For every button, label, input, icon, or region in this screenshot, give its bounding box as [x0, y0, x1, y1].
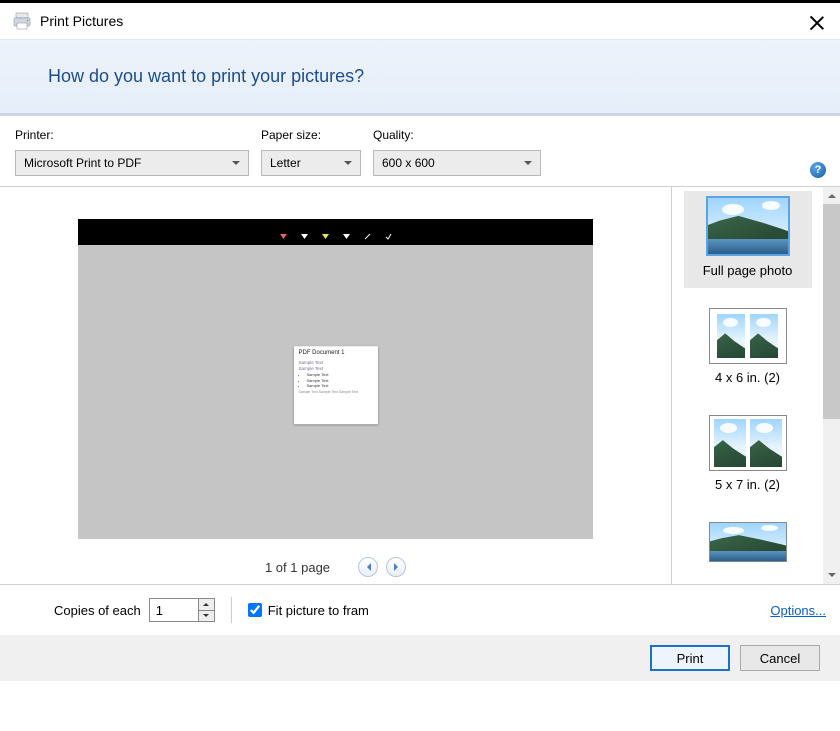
scrollbar[interactable] — [823, 187, 840, 584]
preview-toolbar — [78, 219, 593, 245]
layout-option-5x7[interactable]: 5 x 7 in. (2) — [684, 409, 812, 502]
fit-picture-checkbox[interactable] — [248, 603, 262, 617]
tool-icon — [322, 229, 329, 236]
cancel-button[interactable]: Cancel — [740, 645, 820, 671]
footer: Print Cancel — [0, 635, 840, 681]
copies-label: Copies of each — [54, 603, 141, 618]
print-button[interactable]: Print — [650, 645, 730, 671]
next-page-button[interactable] — [386, 557, 406, 577]
preview-column: PDF Document 1 Sample Text Sample Text S… — [0, 187, 671, 584]
options-link[interactable]: Options... — [770, 603, 826, 618]
copies-increment[interactable] — [199, 599, 214, 610]
tool-icon — [343, 229, 350, 236]
doc-line: Sample Text — [299, 366, 373, 372]
copies-row: Copies of each Fit picture to fram Optio… — [0, 585, 840, 635]
window-title: Print Pictures — [40, 13, 123, 29]
quality-label: Quality: — [373, 128, 541, 142]
close-button[interactable] — [808, 14, 826, 32]
tool-icon — [364, 229, 371, 236]
paper-size-select[interactable]: Letter — [261, 150, 361, 176]
layout-option-partial[interactable] — [684, 516, 812, 574]
fit-picture-label: Fit picture to fram — [268, 603, 369, 618]
layout-label: Full page photo — [684, 263, 812, 278]
layout-option-fullpage[interactable]: Full page photo — [684, 191, 812, 288]
layout-option-4x6[interactable]: 4 x 6 in. (2) — [684, 302, 812, 395]
printer-icon — [12, 12, 32, 30]
printer-select[interactable]: Microsoft Print to PDF — [15, 150, 249, 176]
dropdown-row: Printer: Microsoft Print to PDF Paper si… — [0, 116, 840, 186]
layout-column: Full page photo 4 x 6 in. (2) 5 x 7 in. … — [671, 187, 840, 584]
tool-icon — [385, 229, 392, 236]
separator — [231, 597, 232, 623]
copies-decrement[interactable] — [199, 610, 214, 622]
prev-page-button[interactable] — [358, 557, 378, 577]
layout-label: 4 x 6 in. (2) — [684, 370, 812, 385]
doc-footer: Sample Text Sample Text Sample Text — [299, 390, 373, 395]
tool-icon — [280, 229, 287, 236]
header-band: How do you want to print your pictures? — [0, 39, 840, 116]
printer-label: Printer: — [15, 128, 249, 142]
tool-icon — [301, 229, 308, 236]
scroll-thumb[interactable] — [823, 204, 840, 419]
help-icon[interactable]: ? — [810, 162, 826, 178]
preview-document: PDF Document 1 Sample Text Sample Text S… — [294, 346, 378, 424]
scroll-down-button[interactable] — [823, 567, 840, 584]
preview-canvas: PDF Document 1 Sample Text Sample Text S… — [78, 219, 593, 539]
copies-input[interactable] — [150, 599, 198, 621]
doc-title: PDF Document 1 — [299, 350, 373, 358]
paper-label: Paper size: — [261, 128, 361, 142]
layout-label: 5 x 7 in. (2) — [684, 477, 812, 492]
titlebar: Print Pictures — [0, 3, 840, 39]
quality-select[interactable]: 600 x 600 — [373, 150, 541, 176]
header-question: How do you want to print your pictures? — [48, 66, 810, 87]
scroll-up-button[interactable] — [823, 187, 840, 204]
doc-bullet: Sample Text — [307, 383, 373, 388]
pager-text: 1 of 1 page — [265, 560, 330, 575]
